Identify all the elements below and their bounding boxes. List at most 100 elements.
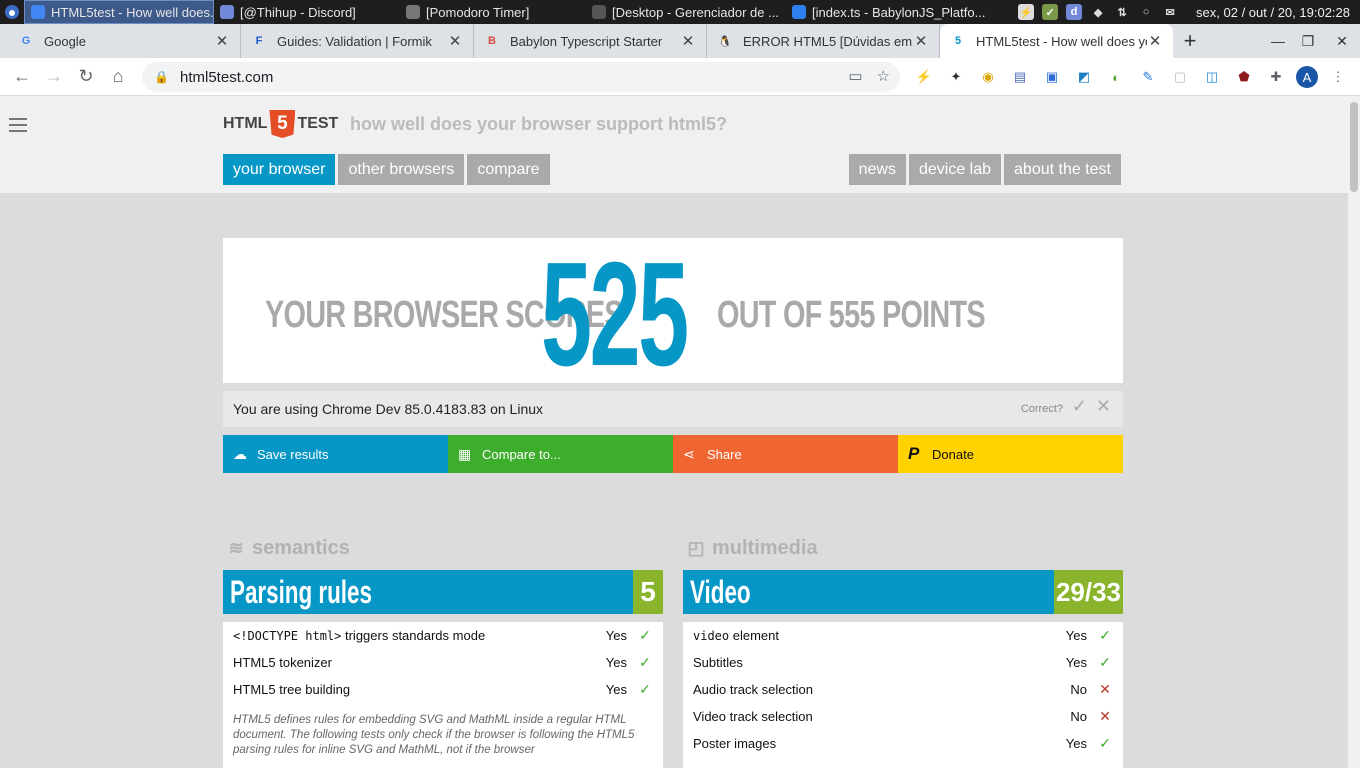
dropbox-icon[interactable]: ◆: [1090, 4, 1106, 20]
status-circle-icon[interactable]: ○: [1138, 4, 1154, 20]
nav-link[interactable]: your browser: [223, 154, 336, 185]
node-extension-icon[interactable]: ◐: [1104, 65, 1128, 89]
os-taskbar: HTML5test - How well does... [@Thihup - D…: [0, 0, 1360, 24]
feature-row[interactable]: HTML5 tokenizer Yes ✓: [223, 649, 663, 676]
action-button[interactable]: P Donate: [898, 435, 1123, 473]
save-extension-icon[interactable]: ▣: [1040, 65, 1064, 89]
feature-row[interactable]: <!DOCTYPE html> triggers standards mode Y…: [223, 622, 663, 649]
site-logo[interactable]: HTML 5 TEST: [223, 110, 338, 138]
discord-tray-icon[interactable]: d: [1066, 4, 1083, 20]
action-button[interactable]: ▦ Compare to...: [448, 435, 673, 473]
feature-label: Subtitles: [693, 655, 1051, 670]
browser-tab[interactable]: B Babylon Typescript Starter ✕: [474, 24, 707, 58]
network-arrows-icon[interactable]: ⇅: [1114, 4, 1130, 20]
category-parsing-rules[interactable]: Parsing rules 5: [223, 570, 663, 614]
profile-avatar[interactable]: A: [1296, 66, 1318, 88]
tab-close-icon[interactable]: ✕: [1147, 32, 1163, 50]
new-tab-button[interactable]: +: [1173, 24, 1207, 58]
lightning-icon[interactable]: ⚡: [1018, 4, 1035, 20]
action-button[interactable]: ⋖ Share: [673, 435, 898, 473]
clock[interactable]: sex, 02 / out / 20, 19:02:28: [1196, 5, 1350, 20]
browser-tab[interactable]: 🐧 ERROR HTML5 [Dúvidas em Ge✕: [707, 24, 940, 58]
app-launcher-icon[interactable]: [0, 0, 24, 24]
pass-check-icon: ✓: [639, 681, 651, 697]
reject-x-icon[interactable]: ✕: [1096, 396, 1111, 417]
multimedia-heading-text: multimedia: [712, 536, 818, 559]
minimize-icon[interactable]: —: [1262, 24, 1294, 58]
address-bar[interactable]: 🔒 html5test.com ▭ ☆: [142, 62, 900, 92]
gnome-extension-icon[interactable]: ✦: [944, 65, 968, 89]
taskbar-task[interactable]: [Desktop - Gerenciador de ...: [586, 0, 786, 24]
feature-row[interactable]: Video track selection No ✕: [683, 703, 1123, 730]
back-arrow-icon[interactable]: ←: [6, 61, 38, 93]
feature-row[interactable]: HTML5 tree building Yes ✓: [223, 676, 663, 703]
restore-icon[interactable]: ❐: [1292, 24, 1324, 58]
check-icon[interactable]: ✓: [1042, 4, 1059, 20]
tab-close-icon[interactable]: ✕: [447, 32, 463, 50]
feature-result: No: [1070, 682, 1087, 697]
forward-arrow-icon[interactable]: →: [38, 61, 70, 93]
feature-label: Video track selection: [693, 709, 1051, 724]
close-window-icon[interactable]: ✕: [1326, 24, 1358, 58]
bookmark-star-icon[interactable]: ☆: [877, 67, 890, 85]
pen-extension-icon[interactable]: ✎: [1136, 65, 1160, 89]
tab-close-icon[interactable]: ✕: [214, 32, 230, 50]
feature-label: video element: [693, 628, 1051, 643]
taskbar-task[interactable]: [@Thihup - Discord]: [214, 0, 400, 24]
puzzle-extensions-icon[interactable]: ✚: [1264, 65, 1288, 89]
mail-icon[interactable]: ✉: [1162, 4, 1178, 20]
menu-kebab-icon[interactable]: ⋮: [1326, 65, 1350, 89]
browser-toolbar: ← → ↻ ⌂ 🔒 html5test.com ▭ ☆ ⚡ ✦ ◉ ▤ ▣ ◩ …: [0, 58, 1360, 96]
pass-check-icon: ✓: [1099, 654, 1111, 670]
ublock-extension-icon[interactable]: ⬟: [1232, 65, 1256, 89]
feature-label: <!DOCTYPE html> triggers standards mode: [233, 628, 591, 643]
feature-text: Subtitles: [693, 655, 743, 670]
feature-code: video: [693, 629, 730, 643]
taskbar-task[interactable]: HTML5test - How well does...: [24, 0, 214, 24]
nav-link[interactable]: about the test: [1004, 154, 1121, 185]
tab-close-icon[interactable]: ✕: [680, 32, 696, 50]
home-icon[interactable]: ⌂: [102, 61, 134, 93]
reload-icon[interactable]: ↻: [70, 61, 102, 93]
feature-row[interactable]: Audio track selection No ✕: [683, 676, 1123, 703]
page-scrollbar[interactable]: [1348, 96, 1360, 768]
babylon-icon: B: [488, 35, 496, 47]
printer-extension-icon[interactable]: ▤: [1008, 65, 1032, 89]
browser-tab[interactable]: 5 HTML5test - How well does yo ✕: [940, 24, 1173, 58]
nav-link[interactable]: other browsers: [338, 154, 465, 185]
scrollbar-thumb[interactable]: [1350, 102, 1358, 192]
cast-icon[interactable]: ▭: [848, 67, 862, 85]
nav-secondary: news device lab about the test: [848, 154, 1121, 185]
score-value: 525: [541, 232, 689, 397]
confirm-check-icon[interactable]: ✓: [1072, 396, 1087, 417]
category-video[interactable]: Video 29/33: [683, 570, 1123, 614]
app-icon: [792, 5, 806, 19]
taskbar-task-label: [Desktop - Gerenciador de ...: [612, 4, 779, 20]
screenshot-extension-icon[interactable]: ◩: [1072, 65, 1096, 89]
browser-tab[interactable]: G Google ✕: [8, 24, 241, 58]
pass-check-icon: ✓: [1099, 735, 1111, 751]
hamburger-menu-icon[interactable]: [9, 118, 27, 132]
window-extension-icon[interactable]: ◫: [1200, 65, 1224, 89]
browser-tab-strip: G Google ✕ F Guides: Validation | Formik ✕ B Ba…: [0, 24, 1360, 58]
grey-extension-icon[interactable]: ▢: [1168, 65, 1192, 89]
lightning-extension-icon[interactable]: ⚡: [912, 65, 936, 89]
nav-link[interactable]: device lab: [908, 154, 1002, 185]
action-label: Save results: [257, 446, 329, 462]
feature-row[interactable]: Poster images Yes ✓: [683, 730, 1123, 757]
browser-tab[interactable]: F Guides: Validation | Formik ✕: [241, 24, 474, 58]
taskbar-task[interactable]: [Pomodoro Timer]: [400, 0, 586, 24]
feature-text: Audio track selection: [693, 682, 813, 697]
lock-icon[interactable]: 🔒: [154, 70, 169, 84]
pass-check-icon: ✓: [639, 627, 651, 643]
formik-icon: F: [255, 35, 263, 47]
bee-extension-icon[interactable]: ◉: [976, 65, 1000, 89]
tab-close-icon[interactable]: ✕: [913, 32, 929, 50]
feature-row[interactable]: video element Yes ✓: [683, 622, 1123, 649]
nav-link[interactable]: compare: [467, 154, 550, 185]
action-button[interactable]: ☁ Save results: [223, 435, 448, 473]
url-text[interactable]: html5test.com: [180, 69, 273, 86]
nav-link[interactable]: news: [848, 154, 906, 185]
taskbar-task[interactable]: [index.ts - BabylonJS_Platfo...: [786, 0, 986, 24]
feature-row[interactable]: Subtitles Yes ✓: [683, 649, 1123, 676]
